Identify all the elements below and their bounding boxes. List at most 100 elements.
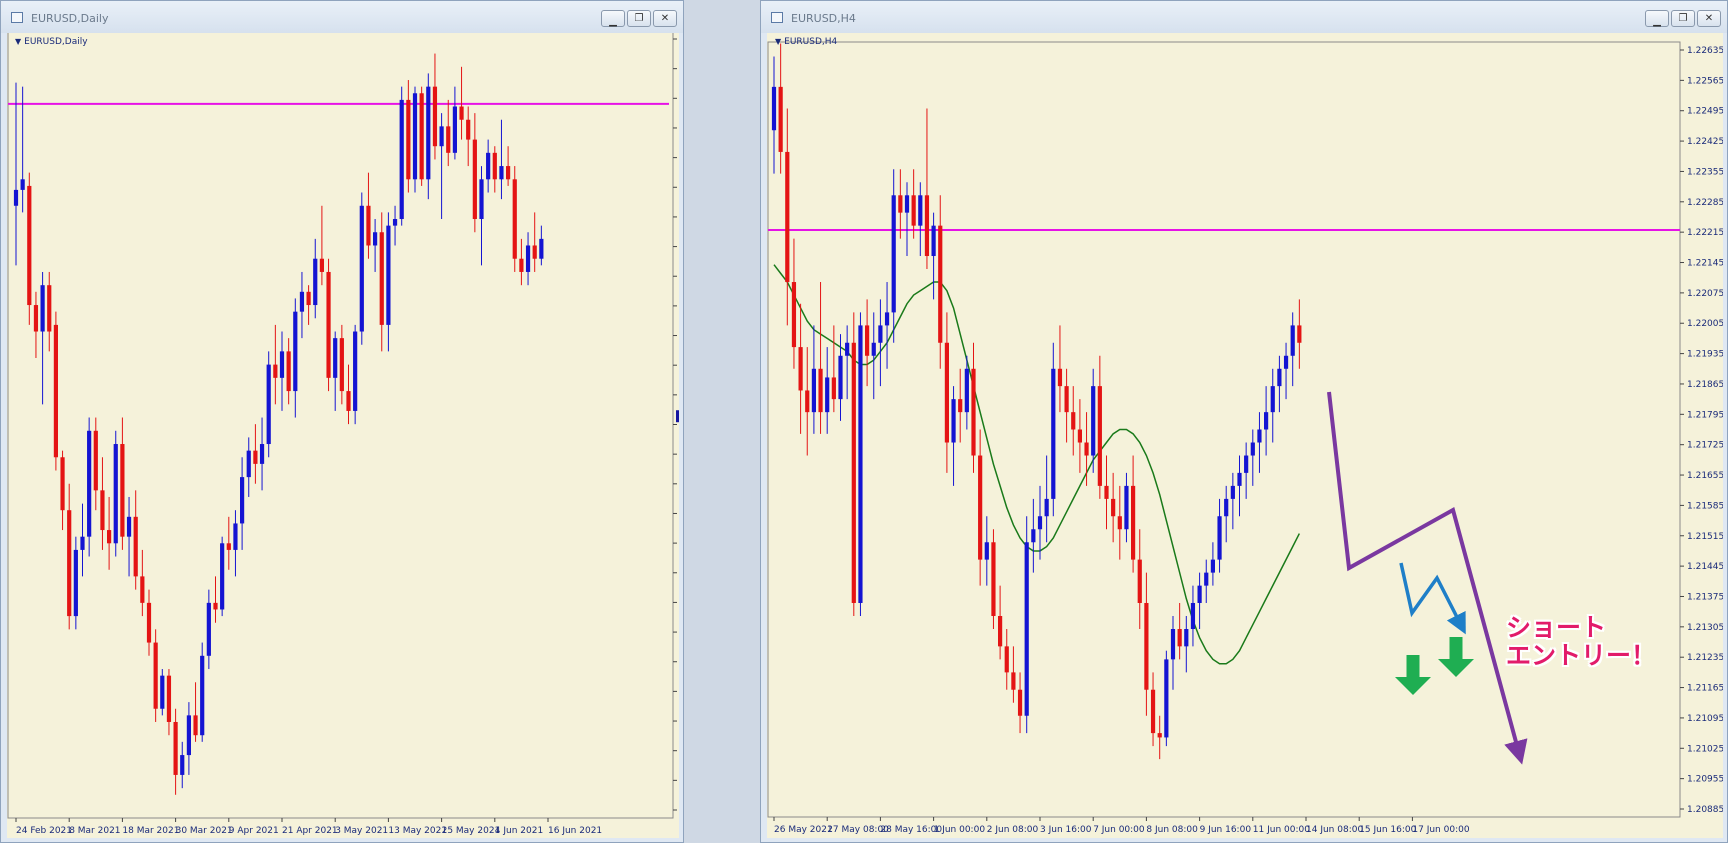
candle-body (133, 516, 138, 577)
candle-body (858, 325, 863, 603)
candle-body (439, 126, 444, 147)
y-tick-label: 1.21095 (1687, 714, 1723, 724)
y-tick-label: 1.22635 (1687, 46, 1723, 56)
candle-body (113, 444, 118, 544)
daily-window-title: EURUSD,Daily (31, 12, 109, 25)
candle-body (911, 195, 916, 226)
x-tick-label: 7 Jun 00:00 (1093, 825, 1145, 835)
y-tick-label: 1.21795 (1687, 410, 1723, 420)
y-tick-label: 1.21655 (1687, 471, 1723, 481)
candle-body (951, 399, 956, 443)
candle-body (240, 477, 245, 524)
candle-body (60, 457, 65, 511)
candle-body (140, 576, 145, 603)
candle-body (1137, 559, 1142, 603)
x-tick-label: 16 Jun 2021 (548, 826, 602, 836)
candle-body (33, 305, 39, 332)
candle-body (1264, 412, 1269, 430)
close-icon: ✕ (660, 13, 670, 24)
candle-body (1184, 629, 1189, 647)
candle-body (1057, 368, 1063, 387)
candle-body (811, 368, 816, 413)
dropdown-triangle-icon: ▼ (15, 37, 22, 46)
y-tick-label: 1.21865 (1687, 380, 1723, 390)
x-tick-label: 21 Apr 2021 (282, 826, 338, 836)
candle-body (100, 490, 105, 531)
minimize-button[interactable]: ▁ (1645, 10, 1669, 27)
close-icon: ✕ (1704, 13, 1714, 24)
candle-body (193, 715, 198, 736)
candle-body (1051, 368, 1056, 499)
restore-button[interactable]: ❐ (627, 10, 651, 27)
candle-body (904, 195, 910, 213)
h4-chart-window[interactable]: EURUSD,H4 ▁ ❐ ✕ 1.22635 1.22565 1.22495 1.2… (760, 0, 1728, 843)
h4-chart-area[interactable]: 1.22635 1.22565 1.22495 1.22425 1.22355 1.222… (767, 33, 1724, 838)
candle-body (1004, 646, 1009, 673)
candle-body (1017, 689, 1023, 716)
candle-body (146, 602, 152, 643)
candle-body (1297, 325, 1302, 343)
daily-window-titlebar[interactable]: EURUSD,Daily ▁ ❐ ✕ (1, 1, 683, 33)
candle-body (1024, 542, 1029, 716)
candle-body (173, 721, 178, 775)
candle-body (366, 205, 371, 246)
candle-body (971, 368, 976, 456)
y-tick-label: 1.21025 (1687, 744, 1723, 754)
y-tick-label: 1.22075 (1687, 289, 1723, 299)
close-button[interactable]: ✕ (653, 10, 677, 27)
x-tick-label: 26 May 2021 (774, 825, 833, 835)
candle-body (1164, 659, 1169, 738)
candle-body (1250, 442, 1255, 456)
candle-body (539, 238, 544, 259)
x-tick-label: 30 Mar 2021 (176, 826, 233, 836)
candle-body (353, 331, 358, 411)
candle-body (200, 655, 205, 736)
candle-body (512, 179, 517, 259)
y-tick-label: 1.20885 (1687, 805, 1723, 815)
candle-body (1210, 559, 1215, 573)
minimize-button[interactable]: ▁ (601, 10, 625, 27)
restore-button[interactable]: ❐ (1671, 10, 1695, 27)
h4-candlestick-chart[interactable]: 1.22635 1.22565 1.22495 1.22425 1.22355 1.222… (767, 33, 1724, 838)
candle-body (213, 602, 218, 610)
h4-window-title: EURUSD,H4 (791, 12, 856, 25)
candle-body (379, 232, 384, 325)
y-tick-label: 1.21235 (1687, 653, 1723, 663)
candle-body (233, 523, 238, 550)
candle-body (891, 195, 896, 313)
candle-body (126, 516, 132, 537)
x-tick-label: 14 Jun 08:00 (1306, 825, 1363, 835)
x-tick-label: 9 Jun 16:00 (1200, 825, 1252, 835)
x-tick-label: 11 Jun 00:00 (1253, 825, 1310, 835)
candle-body (898, 195, 903, 213)
close-button[interactable]: ✕ (1697, 10, 1721, 27)
h4-window-titlebar[interactable]: EURUSD,H4 ▁ ❐ ✕ (761, 1, 1727, 33)
candle-body (1157, 733, 1162, 738)
candle-body (459, 106, 464, 120)
minimize-icon: ▁ (1653, 16, 1661, 27)
candle-body (426, 86, 431, 180)
candle-body (359, 205, 364, 332)
candle-body (1144, 602, 1149, 690)
candle-body (392, 219, 398, 226)
daily-candlestick-chart[interactable]: 1.227601.225351.223101.220851.218651.216… (7, 30, 717, 838)
candle-body (486, 152, 491, 180)
candle-body (333, 338, 338, 378)
y-tick-label: 1.21515 (1687, 532, 1723, 542)
chart-window-icon (771, 12, 783, 23)
candle-body (412, 93, 418, 180)
daily-chart-window[interactable]: EURUSD,Daily ▁ ❐ ✕ 1.227601.225351.22310… (0, 0, 717, 843)
chart-window-icon (11, 12, 23, 23)
y-tick-label: 1.22425 (1687, 137, 1723, 147)
daily-chart-area[interactable]: 1.227601.225351.223101.220851.218651.216… (7, 30, 717, 838)
candle-body (73, 549, 78, 617)
candle-body (805, 390, 810, 413)
x-tick-label: 3 May 2021 (335, 826, 388, 836)
h4-chart-symbol: EURUSD,H4 (784, 37, 838, 47)
y-tick-label: 1.21375 (1687, 592, 1723, 602)
candle-body (160, 675, 165, 709)
candle-body (1230, 485, 1235, 499)
candle-body (1111, 498, 1116, 517)
candle-body (506, 166, 511, 180)
candle-body (831, 377, 836, 400)
